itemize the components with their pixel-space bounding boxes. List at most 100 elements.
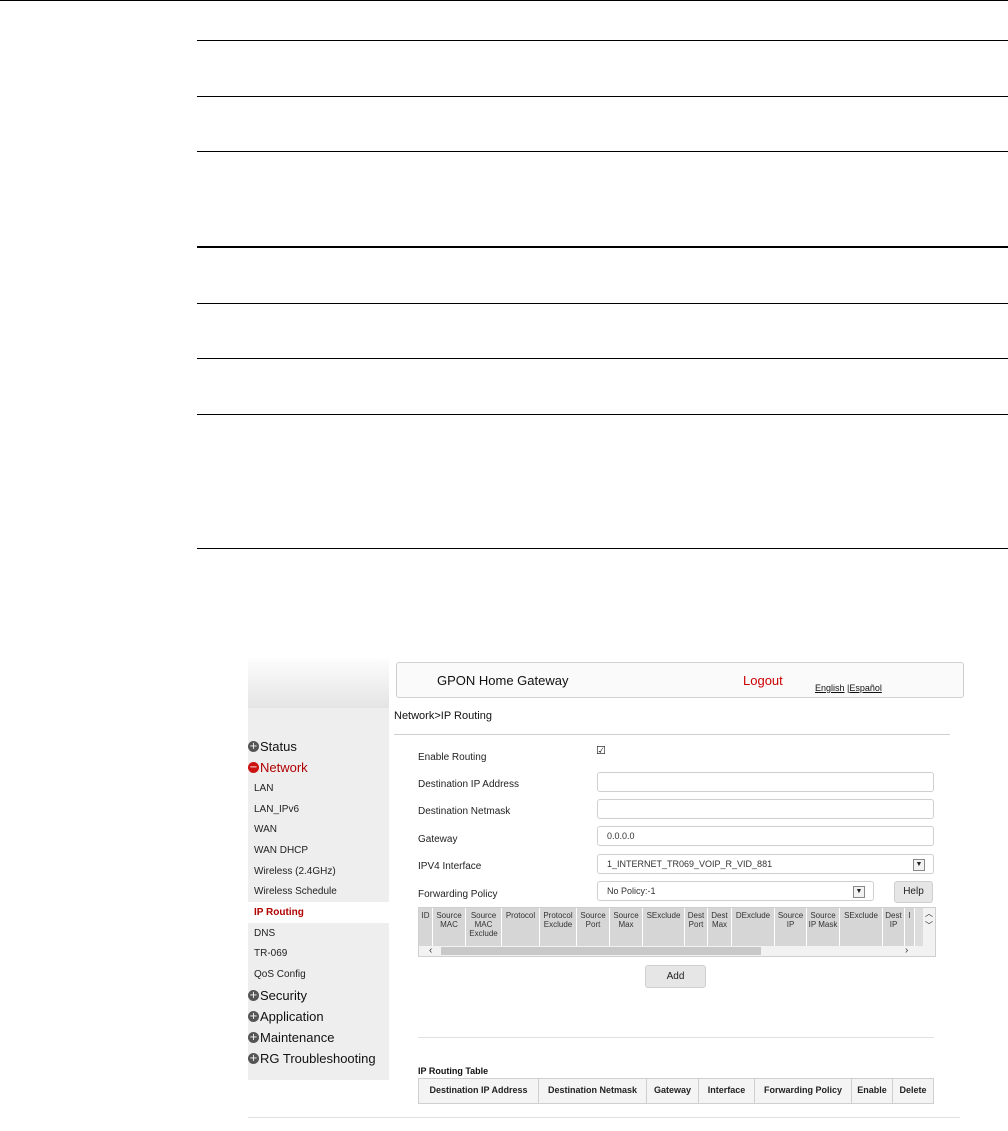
enable-routing-label: Enable Routing [418, 752, 487, 763]
add-button[interactable]: Add [645, 965, 706, 988]
col-id: ID [419, 908, 433, 946]
col-protocol-exclude: Protocol Exclude [540, 908, 577, 946]
breadcrumb-divider [394, 734, 950, 735]
plus-icon: + [248, 1052, 259, 1064]
col-source-max: Source Max [610, 908, 643, 946]
table-rule [197, 96, 1008, 97]
menu-item-lan[interactable]: LAN [248, 778, 389, 799]
menu-application[interactable]: + Application [248, 1006, 389, 1027]
minus-icon: − [248, 762, 259, 773]
menu-application-label: Application [260, 1008, 324, 1024]
chevron-up-icon[interactable]: ︿ [923, 908, 935, 920]
enable-routing-checkbox[interactable]: ☑ [596, 746, 606, 757]
menu-item-lan-ipv6[interactable]: LAN_IPv6 [248, 799, 389, 820]
ipv4-interface-select[interactable]: 1_INTERNET_TR069_VOIP_R_VID_881 ▼ [597, 854, 934, 874]
plus-icon: + [248, 741, 259, 752]
gateway-label: Gateway [418, 834, 458, 845]
dest-mask-label: Destination Netmask [418, 806, 511, 817]
section-divider [418, 1037, 934, 1038]
breadcrumb: Network>IP Routing [394, 710, 492, 722]
ipv4-interface-value: 1_INTERNET_TR069_VOIP_R_VID_881 [607, 859, 773, 869]
brand-title: GPON Home Gateway [437, 673, 569, 688]
menu-item-wireless-schedule[interactable]: Wireless Schedule [248, 881, 389, 902]
col-source-ip: Source IP [775, 908, 807, 946]
routing-table-title: IP Routing Table [418, 1066, 489, 1076]
rt-col-interface: Interface [699, 1079, 755, 1103]
chevron-down-icon: ▼ [853, 886, 865, 898]
menu-item-wireless[interactable]: Wireless (2.4GHz) [248, 861, 389, 882]
sidebar-header [248, 658, 389, 708]
table-rule [197, 303, 1008, 304]
menu-network[interactable]: − Network [248, 757, 389, 778]
rt-col-forwarding-policy: Forwarding Policy [755, 1079, 852, 1103]
table-rule [197, 414, 1008, 415]
menu-rg-label: RG Troubleshooting [260, 1050, 376, 1066]
table-rule [197, 40, 1008, 41]
header-bar: GPON Home Gateway Logout English |Españo… [396, 662, 964, 698]
plus-icon: + [248, 1010, 259, 1022]
col-source-ip-mask: Source IP Mask [807, 908, 840, 946]
col-sexclude-2: SExclude [840, 908, 883, 946]
menu-maintenance[interactable]: + Maintenance [248, 1027, 389, 1048]
col-protocol: Protocol [502, 908, 540, 946]
policy-header-row: ID Source MAC Source MAC Exclude Protoco… [419, 908, 935, 946]
menu-security[interactable]: + Security [248, 985, 389, 1006]
rt-col-dest-mask: Destination Netmask [539, 1079, 647, 1103]
menu-network-label: Network [260, 760, 308, 775]
vertical-scrollbar[interactable]: ︿ ﹀ [923, 908, 935, 946]
menu-security-label: Security [260, 987, 307, 1003]
menu-item-wan-dhcp[interactable]: WAN DHCP [248, 840, 389, 861]
menu-item-tr069[interactable]: TR-069 [248, 944, 389, 965]
page-top-rule [0, 0, 1008, 1]
rt-col-dest-ip: Destination IP Address [419, 1079, 539, 1103]
rt-col-gateway: Gateway [647, 1079, 699, 1103]
chevron-left-icon[interactable]: ‹ [429, 945, 432, 956]
col-dest-ip: Dest IP [883, 908, 905, 946]
logout-link[interactable]: Logout [743, 673, 783, 688]
lang-spanish-link[interactable]: Español [849, 683, 882, 693]
lang-english-link[interactable]: English [815, 683, 845, 693]
table-rule [197, 548, 1008, 549]
col-truncated: I [905, 908, 915, 946]
table-rule [197, 358, 1008, 359]
menu-rg-troubleshooting[interactable]: + RG Troubleshooting [248, 1048, 389, 1069]
help-button[interactable]: Help [894, 881, 933, 903]
col-source-mac-exclude: Source MAC Exclude [466, 908, 502, 946]
dest-mask-input[interactable] [597, 799, 934, 819]
menu-item-dns[interactable]: DNS [248, 923, 389, 944]
col-dest-port: Dest Port [685, 908, 708, 946]
chevron-down-icon: ▼ [913, 859, 925, 871]
menu-maintenance-label: Maintenance [260, 1029, 335, 1045]
col-dexclude: DExclude [732, 908, 775, 946]
menu-item-wan[interactable]: WAN [248, 819, 389, 840]
col-dest-max: Dest Max [708, 908, 732, 946]
menu-item-ip-routing[interactable]: IP Routing [248, 902, 389, 923]
ipv4-interface-label: IPV4 Interface [418, 861, 482, 872]
menu-item-qos[interactable]: QoS Config [248, 964, 389, 985]
dest-ip-input[interactable] [597, 772, 934, 792]
rt-col-delete: Delete [893, 1079, 933, 1103]
menu-status-label: Status [260, 739, 297, 754]
chevron-right-icon[interactable]: › [905, 945, 908, 956]
col-sexclude: SExclude [643, 908, 685, 946]
forwarding-policy-label: Forwarding Policy [418, 889, 498, 900]
forwarding-policy-select[interactable]: No Policy:-1 ▼ [597, 881, 874, 901]
routing-table-header: Destination IP Address Destination Netma… [418, 1078, 934, 1104]
plus-icon: + [248, 989, 259, 1001]
language-switch: English |Español [815, 683, 882, 693]
col-source-mac: Source MAC [433, 908, 466, 946]
scrollbar-thumb[interactable] [441, 947, 761, 955]
dest-ip-label: Destination IP Address [418, 779, 519, 790]
rt-col-enable: Enable [852, 1079, 893, 1103]
table-rule [197, 246, 1008, 248]
chevron-down-icon[interactable]: ﹀ [923, 920, 935, 932]
horizontal-scrollbar[interactable]: ‹ › [419, 945, 935, 956]
plus-icon: + [248, 1031, 259, 1043]
gateway-input[interactable]: 0.0.0.0 [597, 826, 934, 846]
menu-status[interactable]: + Status [248, 736, 389, 757]
col-source-port: Source Port [577, 908, 610, 946]
table-rule [197, 151, 1008, 152]
policy-rule-table: ID Source MAC Source MAC Exclude Protoco… [418, 907, 936, 957]
router-ui-screenshot: + Status − Network LAN LAN_IPv6 WAN WAN DH… [248, 658, 964, 1120]
bottom-divider [248, 1117, 960, 1118]
